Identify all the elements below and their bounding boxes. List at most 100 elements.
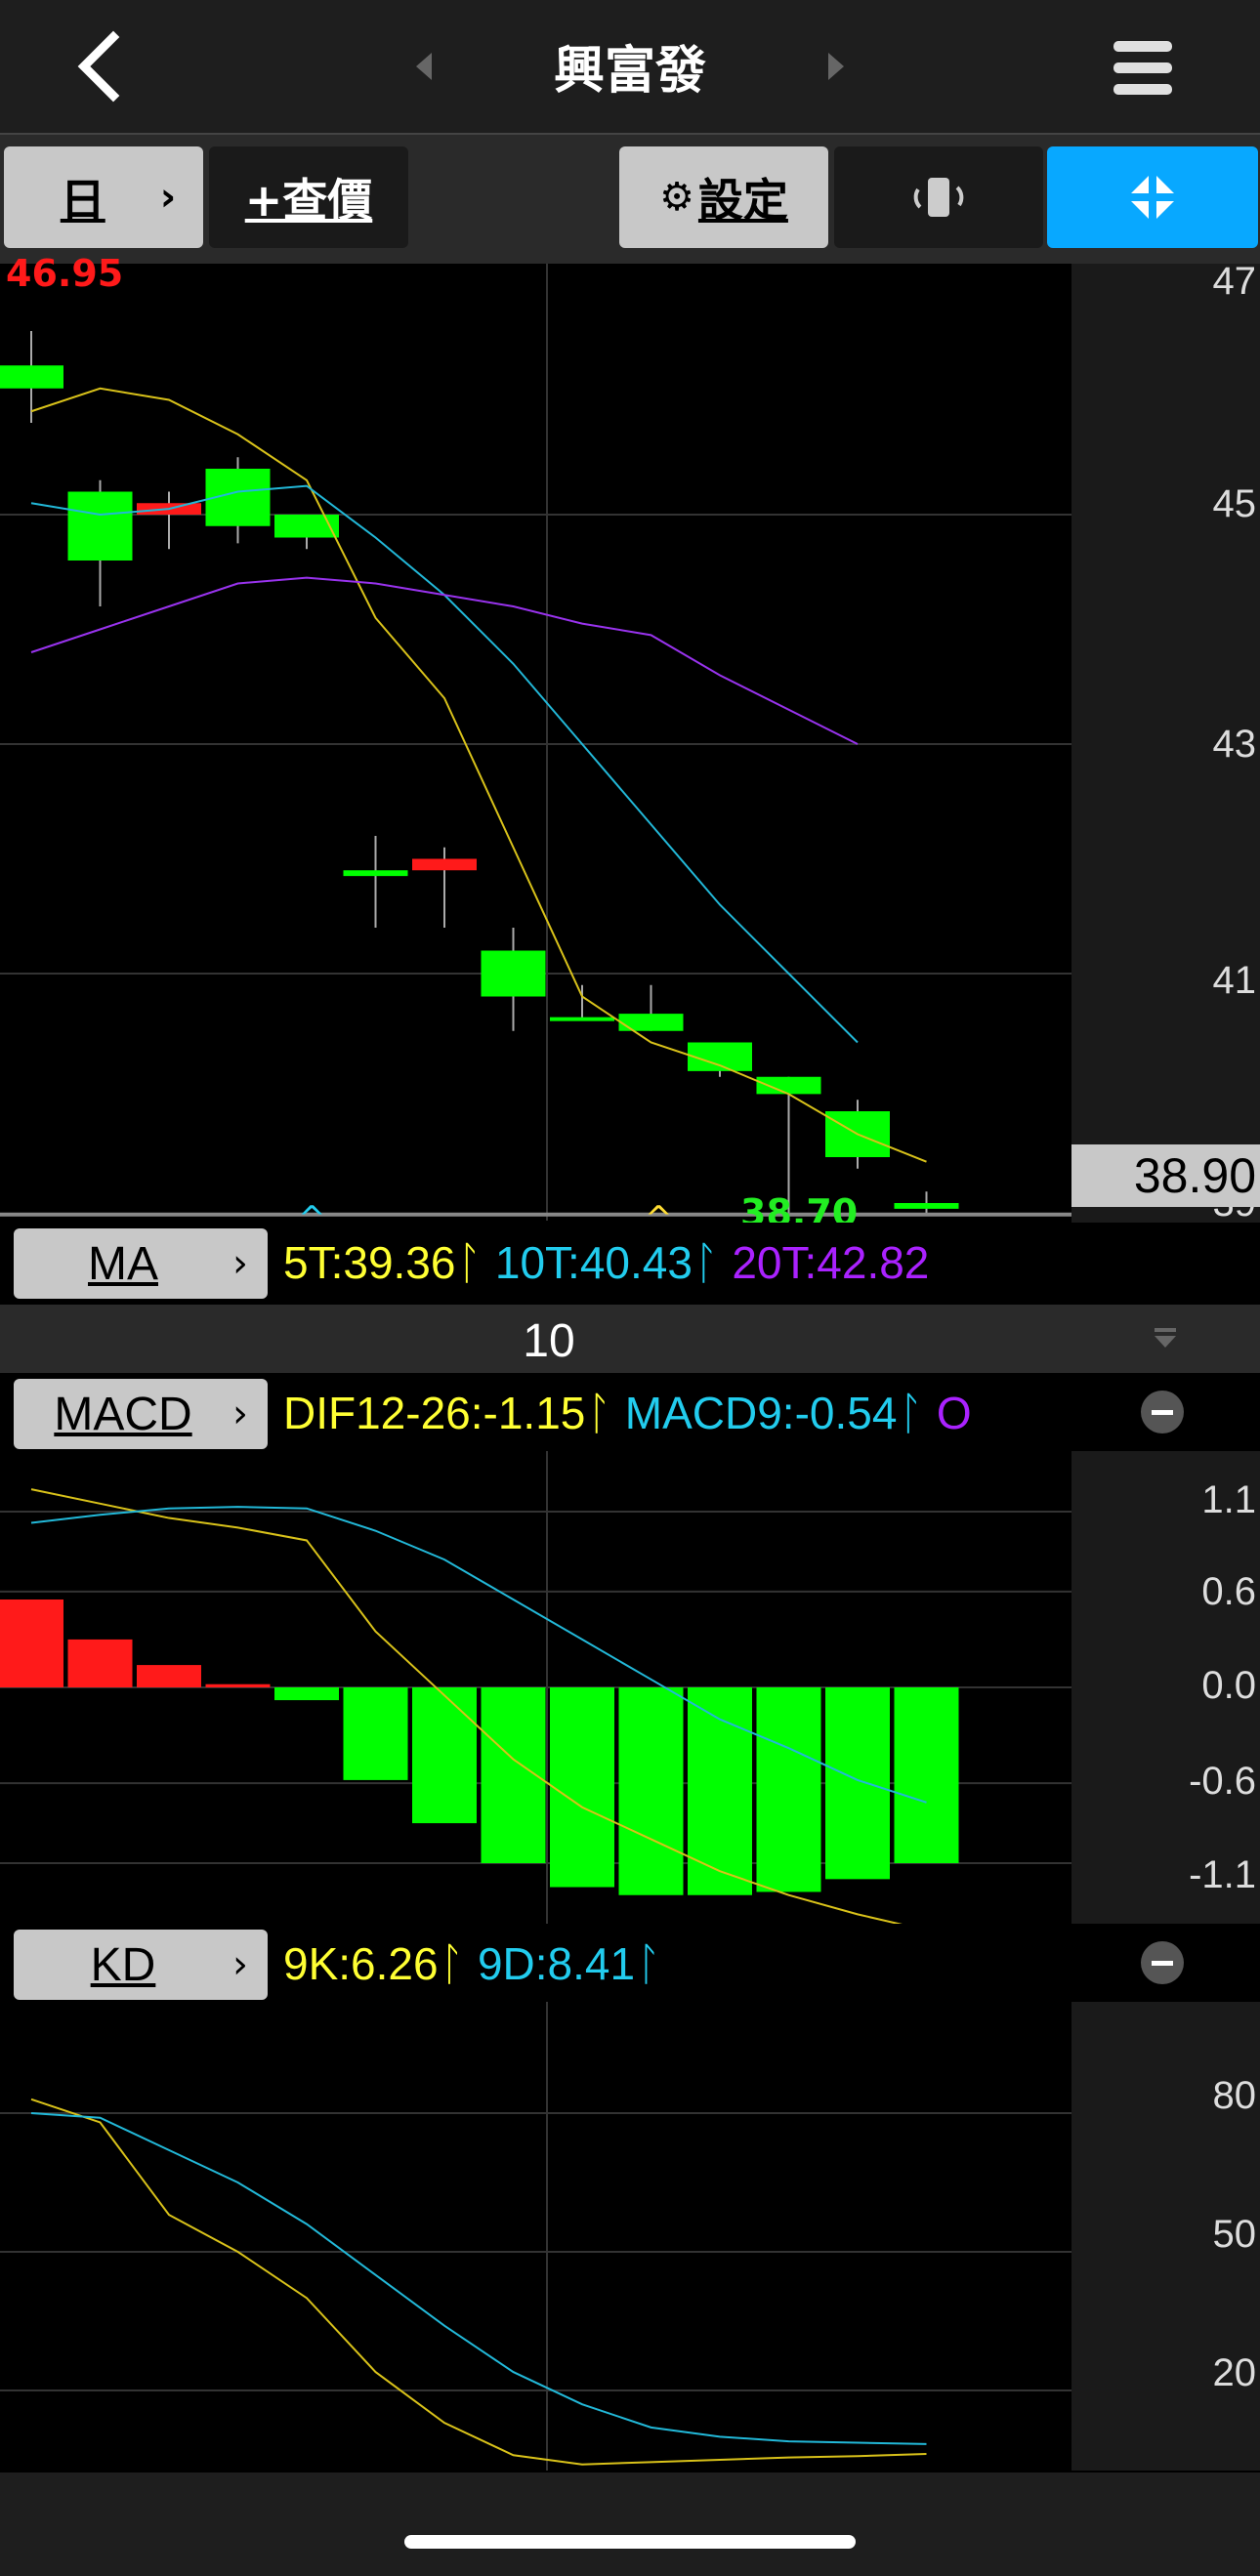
period-label: 日 [60, 174, 105, 227]
high-price-label: 46.95 [6, 252, 124, 295]
macd-histogram-bar [756, 1687, 821, 1892]
price-axis-label: 43 [1212, 723, 1257, 766]
macd-histogram-bar [343, 1687, 408, 1780]
settings-button[interactable]: ⚙ 設定 [619, 146, 828, 248]
rotate-screen-button[interactable] [834, 146, 1043, 248]
candle-body [481, 950, 546, 997]
collapse-view-button[interactable] [1047, 146, 1258, 248]
ma-line-10T [30, 484, 859, 1044]
header-bar: 興富發 [0, 0, 1260, 135]
ma-bar-right-area [1074, 1223, 1260, 1301]
macd-histogram-bar [274, 1687, 339, 1701]
kd-value: 9K:6.26 [283, 1938, 439, 1989]
price-axis-label: 41 [1212, 959, 1257, 1002]
macd-axis-label: -0.6 [1189, 1760, 1256, 1803]
arrow-down-icon: ᛚ [438, 1938, 466, 1989]
kd-indicator-bar: KD › 9K:6.26ᛚ 9D:8.41ᛚ [0, 1924, 1260, 2002]
candle-body [688, 1042, 752, 1071]
current-price-value: 38.90 [1133, 1148, 1256, 1203]
price-axis-label: 47 [1212, 260, 1257, 303]
home-indicator[interactable] [404, 2535, 856, 2549]
macd-axis: 1.1 0.6 0.0 -0.6 -1.1 [1071, 1451, 1260, 1924]
kd-axis-label: 50 [1212, 2213, 1257, 2256]
macd-values: DIF12-26:-1.15ᛚ MACD9:-0.54ᛚ O [283, 1387, 1071, 1439]
shrink-arrows-icon [1131, 176, 1174, 219]
ma-line-20T [30, 576, 859, 745]
macd-histogram-bar [0, 1600, 63, 1687]
macd-histogram-bar [894, 1687, 959, 1863]
macd-indicator-label: MACD [54, 1388, 192, 1440]
current-price-badge: 38.90 [1071, 1144, 1260, 1207]
macd-value: MACD9:-0.54 [624, 1388, 898, 1438]
arrow-down-icon: ᛚ [635, 1938, 662, 1989]
page-title: 興富發 [553, 42, 706, 101]
chevron-right-icon: › [232, 1392, 248, 1436]
macd-histogram-bar [412, 1687, 477, 1824]
macd-histogram-bar [205, 1683, 271, 1687]
kd-line-9D [30, 2112, 927, 2445]
triangle-right-icon [828, 53, 844, 80]
query-price-label: +查價 [244, 174, 373, 227]
arrow-down-icon: ᛚ [897, 1388, 925, 1438]
menu-button[interactable] [1104, 29, 1182, 107]
bottom-safe-area [0, 2472, 1260, 2576]
period-selector-button[interactable]: 日 › [4, 146, 203, 248]
candle-body [894, 1203, 959, 1209]
ma-value: 20T:42.82 [732, 1237, 930, 1288]
ma-values: 5T:39.36ᛚ 10T:40.43ᛚ 20T:42.82 [283, 1236, 1074, 1289]
remove-macd-button[interactable] [1141, 1391, 1184, 1433]
arrow-down-icon: ᛚ [585, 1388, 612, 1438]
kd-chart[interactable] [0, 2002, 1071, 2471]
chevron-right-icon: › [232, 1942, 248, 1987]
arrow-down-icon: ᛚ [692, 1237, 720, 1288]
macd-indicator-bar: MACD › DIF12-26:-1.15ᛚ MACD9:-0.54ᛚ O [0, 1373, 1260, 1451]
kd-value: 9D:8.41 [477, 1938, 636, 1989]
macd-value: DIF12-26:-1.15 [283, 1388, 586, 1438]
candle-body [550, 1017, 614, 1021]
chevron-right-icon: › [159, 175, 177, 220]
candle-body [412, 858, 477, 871]
ma-indicator-button[interactable]: MA › [14, 1228, 268, 1299]
chevron-right-icon: › [232, 1241, 248, 1286]
macd-chart[interactable] [0, 1451, 1071, 1924]
price-axis-label: 45 [1212, 482, 1257, 525]
kd-line-9K [30, 2098, 927, 2466]
period-count: 10 [523, 1315, 575, 1367]
drag-handle-icon [1155, 1328, 1176, 1348]
ma-value: 10T:40.43 [494, 1237, 693, 1288]
chart-toolbar: 日 › +查價 ⚙ 設定 [0, 135, 1260, 264]
macd-axis-label: 1.1 [1201, 1478, 1256, 1521]
macd-axis-label: 0.0 [1201, 1664, 1256, 1707]
candle-body [0, 365, 63, 389]
settings-label: 設定 [697, 174, 788, 227]
next-stock-button[interactable] [820, 47, 850, 86]
period-divider-bar[interactable]: 10 [0, 1305, 1260, 1375]
kd-axis: 80 50 20 [1071, 2002, 1260, 2471]
macd-histogram-bar [550, 1687, 614, 1888]
macd-histogram-bar [825, 1687, 890, 1880]
ma-indicator-label: MA [88, 1237, 158, 1290]
rotate-device-icon [913, 178, 964, 217]
query-price-button[interactable]: +查價 [209, 146, 408, 248]
kd-values: 9K:6.26ᛚ 9D:8.41ᛚ [283, 1937, 1074, 1990]
macd-histogram-bar [618, 1687, 684, 1895]
kd-axis-label: 80 [1212, 2074, 1257, 2117]
kd-axis-label: 20 [1212, 2351, 1257, 2394]
macd-histogram-bar [67, 1639, 133, 1687]
arrow-down-icon: ᛚ [455, 1237, 483, 1288]
macd-histogram-bar [137, 1665, 201, 1687]
kd-indicator-button[interactable]: KD › [14, 1930, 268, 2000]
hamburger-menu-icon [1113, 41, 1172, 95]
macd-axis-label: 0.6 [1201, 1570, 1256, 1613]
macd-axis-label: -1.1 [1189, 1853, 1256, 1896]
kd-indicator-label: KD [90, 1938, 156, 1991]
price-axis: 47 45 43 41 39 [1071, 260, 1260, 1225]
gear-icon: ⚙ [659, 175, 694, 220]
macd-indicator-button[interactable]: MACD › [14, 1379, 268, 1449]
candle-body [67, 491, 133, 561]
price-chart[interactable] [0, 264, 1071, 1221]
remove-kd-button[interactable] [1141, 1941, 1184, 1984]
macd-value: O [936, 1388, 972, 1438]
candle-body [343, 870, 408, 877]
ma-value: 5T:39.36 [283, 1237, 456, 1288]
